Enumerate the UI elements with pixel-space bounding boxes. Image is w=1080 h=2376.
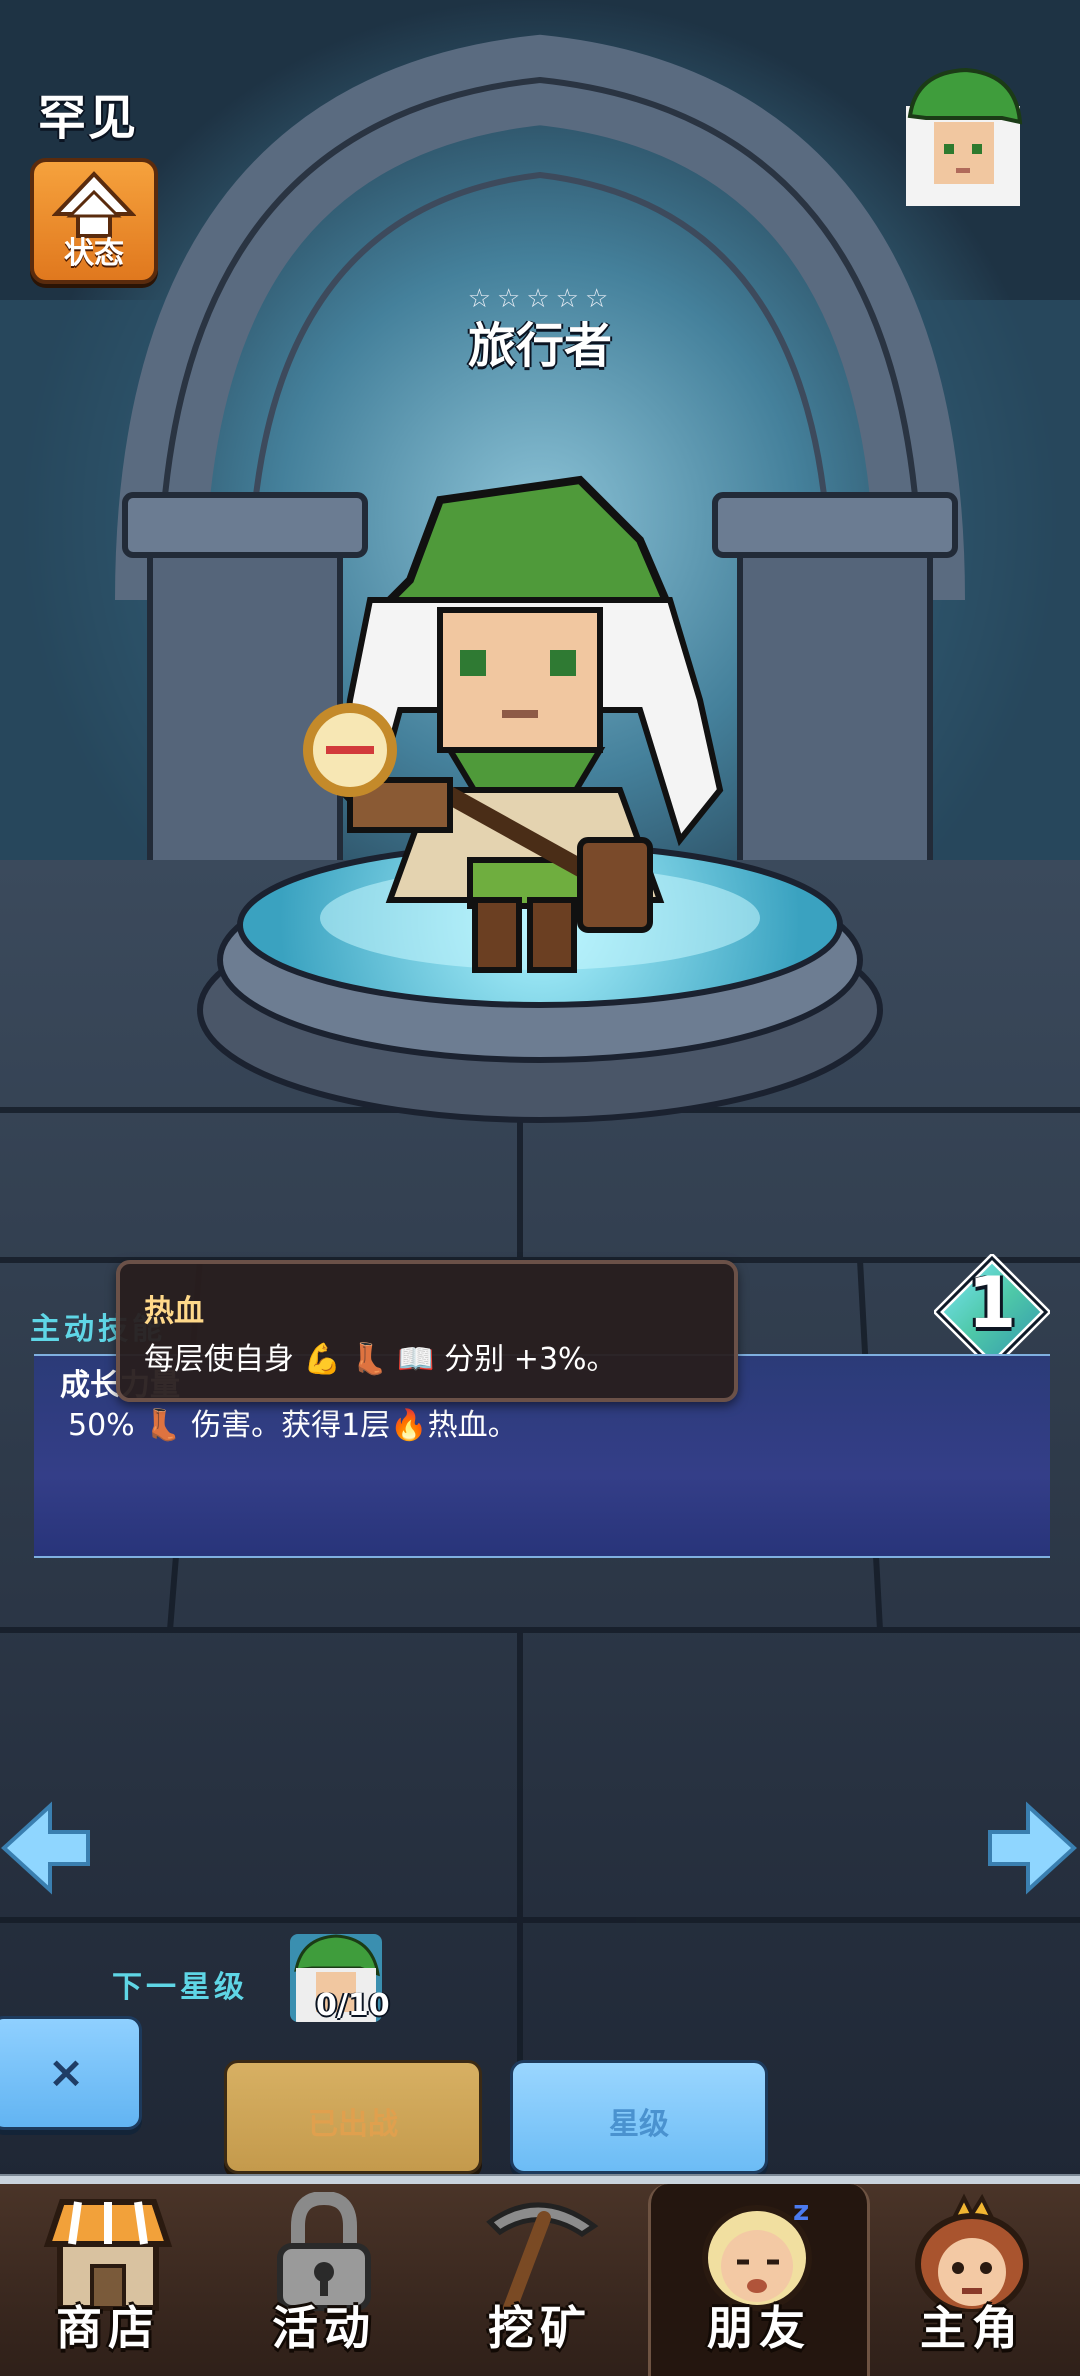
- skill-description: 50% 👢 伤害。获得1层🔥热血。: [68, 1400, 518, 1444]
- tooltip-desc-suffix: 分别 +3%。: [444, 1342, 617, 1377]
- nav-item-hero[interactable]: 主角: [864, 2184, 1080, 2376]
- next-hero-arrow-icon[interactable]: [986, 1800, 1078, 1896]
- nav-item-shop[interactable]: 商店: [0, 2184, 216, 2376]
- hero-avatar-icon[interactable]: [896, 66, 1030, 206]
- skill-effect-name: 热血。: [427, 1408, 518, 1443]
- svg-text:z: z: [793, 2194, 809, 2227]
- hero-name: 旅行者: [467, 318, 612, 374]
- nav-label-shop: 商店: [56, 2301, 160, 2355]
- tooltip-desc-prefix: 每层使自身: [144, 1342, 294, 1377]
- boot-icon: 👢: [144, 1408, 182, 1443]
- hero-level: 1: [967, 1262, 1017, 1344]
- nav-divider: [0, 2174, 1080, 2184]
- hero-sprite: [303, 475, 724, 973]
- next-star-label: 下一星级: [112, 1970, 248, 2005]
- nav-label-activity: 活动: [272, 2301, 376, 2355]
- nav-label-hero: 主角: [920, 2301, 1024, 2355]
- hot-blood-icon: 🔥: [390, 1408, 428, 1443]
- nav-label-mining: 挖矿: [488, 2301, 592, 2355]
- nav-item-activity[interactable]: 活动: [216, 2184, 432, 2376]
- star-level-button[interactable]: 星级: [510, 2060, 768, 2174]
- tooltip-description: 每层使自身 💪 👢 📖 分别 +3%。: [144, 1334, 617, 1378]
- tooltip-title: 热血: [144, 1294, 204, 1329]
- book-icon: 📖: [397, 1342, 435, 1377]
- skill-damage-value: 50%: [68, 1408, 135, 1443]
- skill-effect-text: 伤害。获得1层: [191, 1408, 391, 1443]
- close-button[interactable]: ×: [0, 2016, 142, 2130]
- shard-progress: 0/10: [316, 1988, 390, 2023]
- buff-tooltip: 热血 每层使自身 💪 👢 📖 分别 +3%。: [116, 1260, 738, 1402]
- deployed-button-label: 已出战: [308, 2107, 398, 2142]
- nav-label-friends: 朋友: [707, 2301, 811, 2355]
- boot-icon: 👢: [350, 1342, 388, 1377]
- close-icon: ×: [47, 2047, 85, 2098]
- bottom-nav: 商店 活动 挖矿 z 朋友 主角: [0, 2184, 1080, 2376]
- status-label: 状态: [64, 236, 124, 271]
- star-level-button-label: 星级: [609, 2107, 669, 2142]
- nav-item-mining[interactable]: 挖矿: [432, 2184, 648, 2376]
- nav-item-friends[interactable]: z 朋友: [648, 2184, 870, 2376]
- prev-hero-arrow-icon[interactable]: [0, 1800, 92, 1896]
- rarity-label: 罕见: [38, 90, 139, 146]
- strength-arm-icon: 💪: [303, 1342, 341, 1377]
- status-button[interactable]: 状态: [30, 158, 158, 284]
- deployed-button[interactable]: 已出战: [224, 2060, 482, 2174]
